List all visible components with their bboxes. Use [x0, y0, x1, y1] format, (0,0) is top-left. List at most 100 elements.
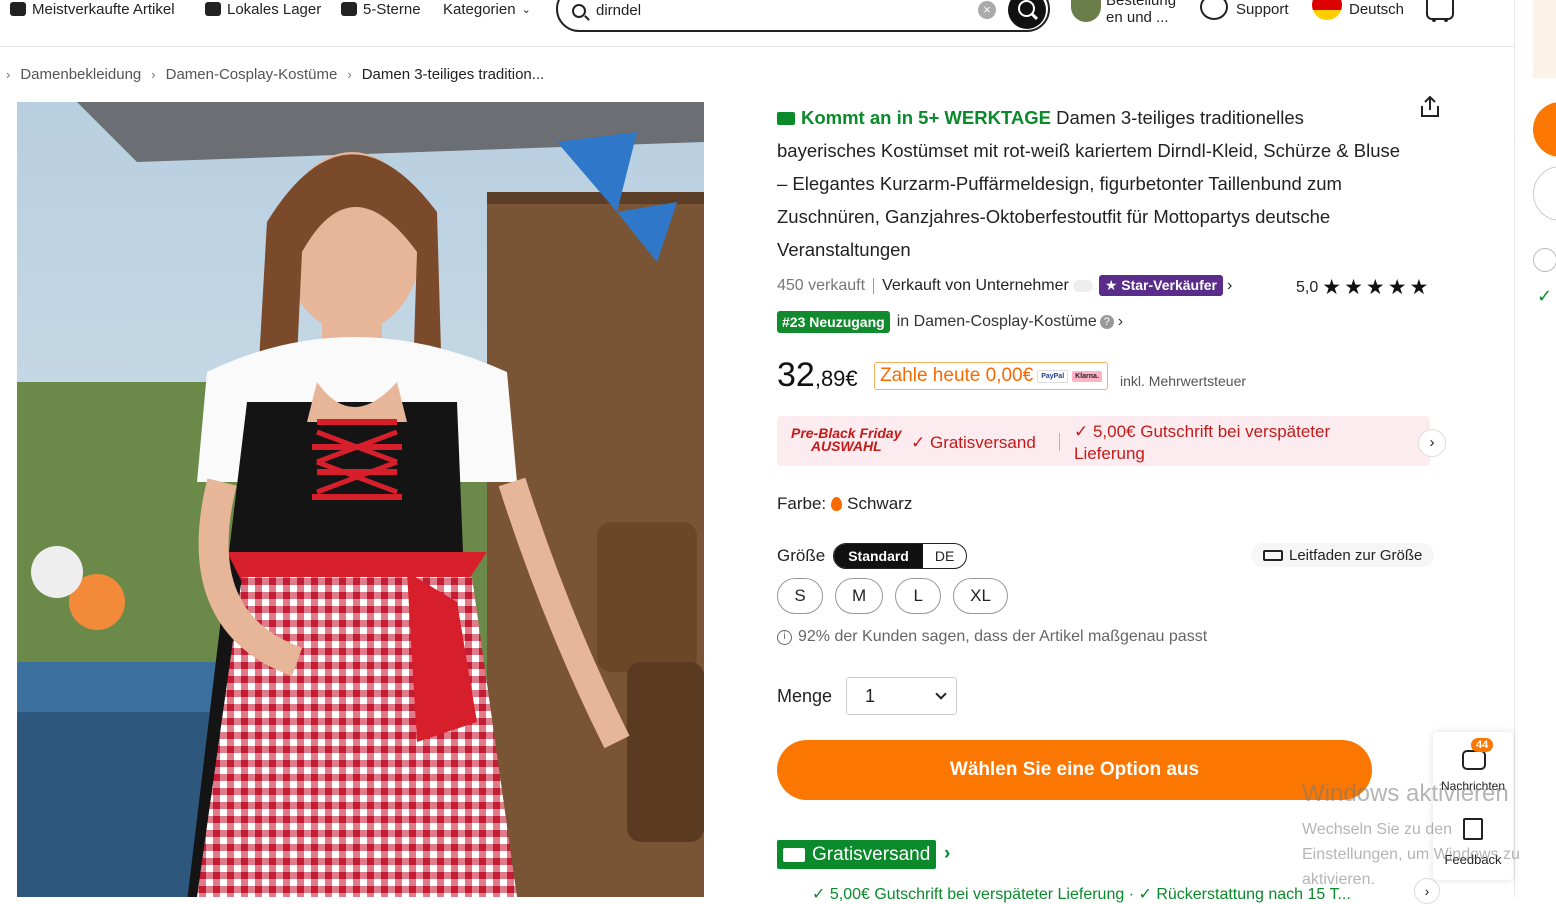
- size-label: Größe: [777, 546, 826, 565]
- seller-link[interactable]: Verkauft von Unternehmer: [882, 277, 1069, 295]
- stars-icon: ★★★★★: [1322, 276, 1432, 299]
- support-link[interactable]: Support: [1236, 0, 1289, 18]
- size-option-s[interactable]: S: [777, 578, 823, 614]
- seller-info: 450 verkauft Verkauft von Unternehmer ★ …: [777, 275, 1232, 296]
- size-guide-button[interactable]: Leitfaden zur Größe: [1251, 543, 1435, 567]
- size-option-l[interactable]: L: [895, 578, 942, 614]
- tax-note: inkl. Mehrwertsteuer: [1120, 373, 1247, 389]
- chevron-down-icon: [935, 688, 947, 700]
- cart-icon[interactable]: [1426, 0, 1454, 22]
- color-label: Farbe:: [777, 494, 827, 513]
- promo-next-button[interactable]: ›: [1418, 429, 1446, 457]
- breadcrumb-item[interactable]: Damenbekleidung: [20, 66, 141, 83]
- product-photo-illustration: [17, 102, 704, 897]
- color-selector: Farbe: Schwarz: [777, 494, 912, 514]
- top-bar: Meistverkaufte Artikel Lokales Lager 5-S…: [0, 0, 1514, 47]
- shipping-benefits: ✓ 5,00€ Gutschrift bei verspäteter Liefe…: [812, 886, 1351, 903]
- size-system-standard[interactable]: Standard: [834, 544, 923, 568]
- nav-bestsellers[interactable]: Meistverkaufte Artikel: [10, 0, 175, 18]
- paypal-logo: PayPal: [1037, 369, 1069, 383]
- chevron-right-icon[interactable]: ›: [944, 843, 950, 865]
- rank-category: in Damen-Cosplay-Kostüme: [896, 313, 1097, 330]
- sidebar-orange-button[interactable]: [1533, 102, 1556, 157]
- pay-later-box[interactable]: Zahle heute 0,00€ PayPal Klarna.: [874, 362, 1108, 390]
- chevron-right-icon: ›: [151, 67, 156, 82]
- orders-link[interactable]: Bestellung en und ...: [1106, 0, 1176, 26]
- rating[interactable]: 5,0 ★★★★★: [1296, 275, 1431, 300]
- fit-note-text: 92% der Kunden sagen, dass der Artikel m…: [798, 628, 1208, 645]
- messages-count-badge: 44: [1471, 738, 1494, 752]
- select-option-button[interactable]: Wählen Sie eine Option aus: [777, 740, 1372, 800]
- check-icon: ✓: [1537, 286, 1553, 306]
- delivery-text: Kommt an in 5+ WERKTAGE: [801, 107, 1051, 128]
- truck-icon: [783, 847, 805, 862]
- order-thumbnail[interactable]: [1071, 0, 1101, 22]
- support-label: Support: [1236, 0, 1289, 18]
- sidebar-top-tile: [1533, 0, 1556, 78]
- delivery-estimate: Kommt an in 5+ WERKTAGE: [777, 107, 1051, 128]
- size-system-de[interactable]: DE: [923, 544, 966, 568]
- language-selector[interactable]: Deutsch: [1349, 0, 1404, 18]
- feedback-icon[interactable]: [1463, 818, 1483, 840]
- chat-icon[interactable]: [1462, 750, 1486, 770]
- nav-five-stars[interactable]: 5-Sterne: [341, 0, 421, 18]
- free-shipping-label: Gratisversand: [812, 843, 931, 865]
- nav-local-warehouse[interactable]: Lokales Lager: [205, 0, 321, 18]
- nav-bestsellers-label: Meistverkaufte Artikel: [32, 0, 175, 18]
- chevron-right-icon[interactable]: ›: [1227, 277, 1232, 295]
- info-icon: i: [777, 629, 792, 645]
- orders-line2: en und ...: [1106, 9, 1169, 26]
- size-option-m[interactable]: M: [835, 578, 884, 614]
- size-option-xl[interactable]: XL: [953, 578, 1008, 614]
- klarna-logo: Klarna.: [1072, 370, 1102, 382]
- search-button[interactable]: [1008, 0, 1046, 29]
- promo-banner[interactable]: Pre-Black Friday AUSWAHL ✓ Gratisversand…: [777, 416, 1430, 466]
- rank-badge: #23 Neuzugang: [777, 311, 890, 333]
- color-drop-icon: [831, 497, 843, 511]
- divider: [1059, 433, 1060, 451]
- size-guide-label: Leitfaden zur Größe: [1289, 546, 1423, 564]
- pre-black-friday-line2: AUSWAHL: [810, 438, 882, 454]
- price-main: 32: [777, 356, 815, 394]
- product-image[interactable]: [17, 102, 704, 897]
- price: 32 ,89€: [777, 356, 858, 395]
- chevron-right-icon: ›: [347, 67, 352, 82]
- fit-note: i 92% der Kunden sagen, dass der Artikel…: [777, 628, 1207, 646]
- size-system-toggle: Standard DE: [833, 543, 968, 569]
- nav-categories-label: Kategorien: [443, 0, 516, 18]
- seller-logo-icon: [1072, 279, 1093, 292]
- quantity-label: Menge: [777, 686, 833, 706]
- star-badge-icon: [341, 2, 357, 16]
- quantity-value: 1: [865, 686, 876, 706]
- question-icon[interactable]: ?: [1099, 315, 1114, 329]
- ranking[interactable]: #23 Neuzugang in Damen-Cosplay-Kostüme ?…: [777, 311, 1123, 333]
- promo-late-credit: ✓ 5,00€ Gutschrift bei verspäteter Liefe…: [1074, 422, 1331, 463]
- free-shipping-badge[interactable]: Gratisversand: [777, 840, 937, 869]
- breadcrumb-item[interactable]: Damen-Cosplay-Kostüme: [166, 66, 338, 83]
- clear-search-button[interactable]: ×: [978, 1, 996, 19]
- nav-categories[interactable]: Kategorien ⌄: [443, 0, 531, 18]
- german-flag-icon[interactable]: [1312, 0, 1342, 20]
- shipping-next-button[interactable]: ›: [1414, 878, 1440, 904]
- share-icon[interactable]: [1419, 96, 1441, 118]
- product-title-text: Damen 3-teiliges traditionelles bayerisc…: [777, 107, 1401, 260]
- quantity-select[interactable]: 1: [846, 677, 957, 715]
- thumbs-up-icon: [10, 2, 26, 16]
- feedback-button[interactable]: Feedback: [1433, 852, 1513, 867]
- star-seller-badge[interactable]: ★ Star-Verkäufer: [1098, 275, 1223, 296]
- price-cents: ,89€: [814, 366, 858, 391]
- sidebar-round-button[interactable]: [1533, 166, 1556, 221]
- sidebar-radio[interactable]: [1533, 248, 1556, 272]
- messages-button[interactable]: Nachrichten: [1433, 779, 1513, 793]
- nav-five-stars-label: 5-Sterne: [363, 0, 421, 18]
- chevron-right-icon: ›: [6, 67, 11, 82]
- nav-local-warehouse-label: Lokales Lager: [227, 0, 322, 18]
- color-value: Schwarz: [847, 494, 913, 513]
- search-input[interactable]: [596, 0, 956, 21]
- support-icon[interactable]: [1200, 0, 1228, 20]
- product-title: Kommt an in 5+ WERKTAGE Damen 3-teiliges…: [777, 101, 1407, 266]
- orders-line1: Bestellung: [1106, 0, 1177, 9]
- floating-help-panel: 44 Nachrichten Feedback: [1433, 732, 1513, 880]
- ruler-icon: [1263, 549, 1283, 561]
- truck-icon: [777, 112, 795, 125]
